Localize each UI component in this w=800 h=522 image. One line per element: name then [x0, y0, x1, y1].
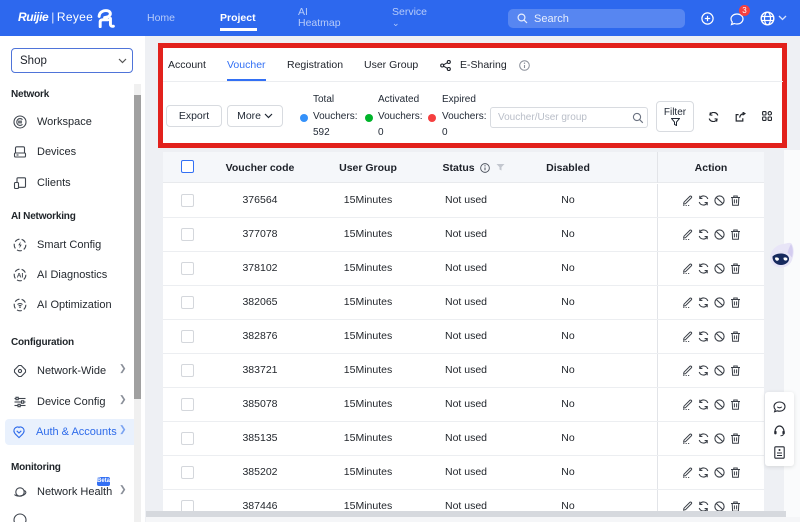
svg-text:AI: AI: [17, 272, 24, 279]
